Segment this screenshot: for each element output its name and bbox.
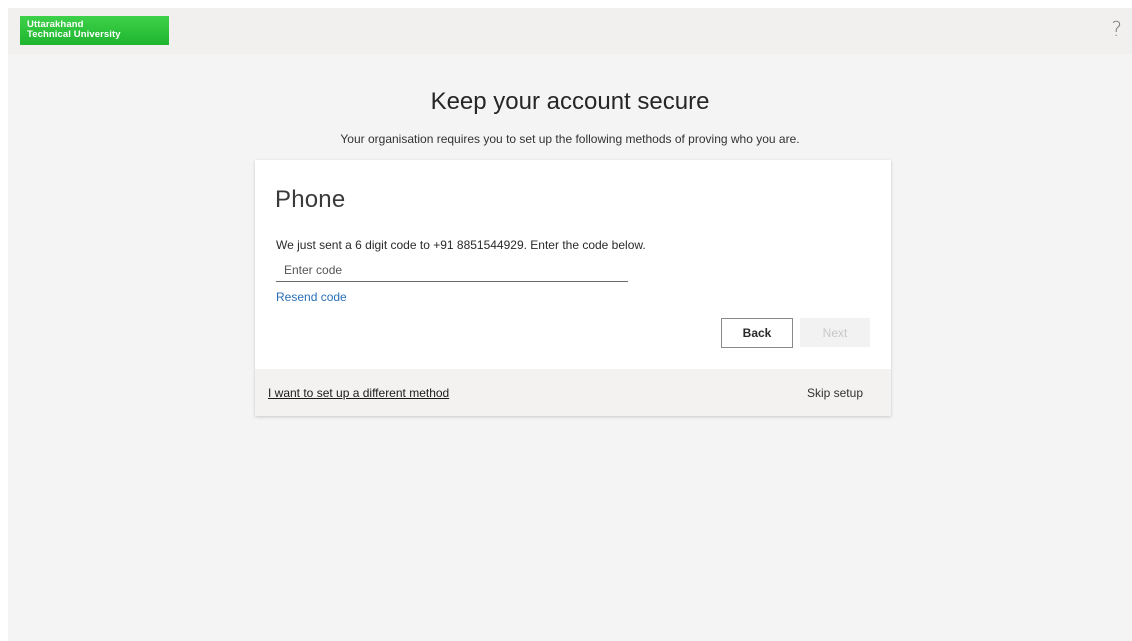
- next-button[interactable]: Next: [800, 318, 870, 347]
- back-button[interactable]: Back: [721, 318, 793, 348]
- resend-code-link[interactable]: Resend code: [276, 290, 347, 304]
- skip-setup-link[interactable]: Skip setup: [807, 386, 863, 400]
- university-logo: Uttarakhand Technical University: [20, 16, 169, 45]
- code-sent-message: We just sent a 6 digit code to +91 88515…: [276, 238, 646, 252]
- code-input[interactable]: [276, 258, 628, 282]
- page-title: Keep your account secure: [430, 88, 710, 115]
- page-subtitle: Your organisation requires you to set up…: [340, 132, 800, 146]
- help-icon[interactable]: ?: [1111, 17, 1122, 41]
- logo-line-2: Technical University: [27, 29, 121, 40]
- page-frame: Uttarakhand Technical University ? Keep …: [8, 8, 1132, 641]
- different-method-link[interactable]: I want to set up a different method: [268, 386, 449, 400]
- top-bar: Uttarakhand Technical University ?: [8, 8, 1132, 54]
- card-heading: Phone: [275, 186, 346, 213]
- setup-card: Phone We just sent a 6 digit code to +91…: [255, 160, 891, 416]
- card-footer: I want to set up a different method Skip…: [255, 369, 891, 416]
